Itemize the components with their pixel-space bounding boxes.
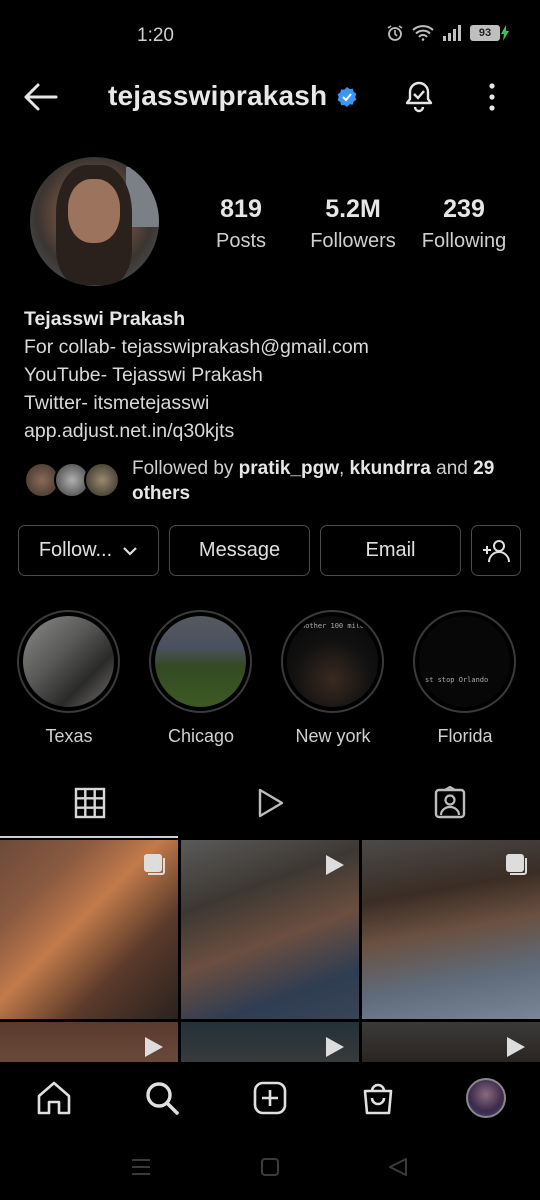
tab-reels[interactable]: [180, 770, 360, 836]
tab-tagged[interactable]: [360, 770, 540, 836]
grid-post[interactable]: [181, 840, 359, 1019]
highlight-image: [23, 616, 114, 707]
follower-name[interactable]: pratik_pgw: [239, 458, 339, 479]
highlight-ring: st stop Orlando: [413, 610, 516, 713]
menu-icon[interactable]: [131, 1158, 151, 1176]
home-icon[interactable]: [36, 1080, 72, 1116]
signal-icon: [443, 25, 461, 41]
followed-mid: and: [430, 458, 474, 479]
reel-icon: [326, 1037, 344, 1057]
bell-icon[interactable]: [402, 79, 436, 113]
follower-name[interactable]: kkundrra: [350, 458, 431, 479]
shop-icon[interactable]: [360, 1080, 396, 1116]
highlight-label: Florida: [437, 726, 493, 746]
highlight-texas[interactable]: Texas: [17, 610, 121, 747]
highlight-image: [155, 616, 246, 707]
verified-badge-icon: [337, 87, 357, 107]
email-button[interactable]: Email: [320, 525, 461, 576]
highlight-label: Chicago: [167, 726, 235, 746]
profile-name: Tejasswi Prakash: [24, 308, 186, 330]
more-icon[interactable]: [480, 82, 504, 112]
highlight-new-york[interactable]: nother 100 mile New york: [281, 610, 385, 747]
following-label: Following: [421, 230, 507, 252]
followed-prefix: Followed by: [132, 458, 239, 479]
status-time: 1:20: [137, 25, 174, 46]
wifi-icon: [412, 25, 434, 41]
avatar-face: [68, 179, 120, 243]
followers-label: Followers: [310, 230, 396, 252]
followers-stat[interactable]: 5.2M Followers: [298, 195, 408, 253]
profile-header: tejasswiprakash: [0, 70, 540, 126]
bio-link[interactable]: app.adjust.net.in/q30kjts: [24, 417, 369, 445]
followers-count: 5.2M: [325, 195, 381, 223]
reel-icon: [145, 1037, 163, 1057]
system-navigation: [0, 1136, 540, 1200]
followed-sep: ,: [338, 458, 350, 479]
grid-post[interactable]: [0, 840, 178, 1019]
page-title: tejasswiprakash: [108, 80, 328, 111]
follow-button[interactable]: Follow...: [18, 525, 159, 576]
status-bar: 1:20 93: [0, 0, 540, 70]
add-person-icon: [483, 539, 510, 562]
posts-stat[interactable]: 819 Posts: [186, 195, 296, 253]
profile-avatar-tab[interactable]: [466, 1078, 506, 1118]
tagged-icon: [434, 786, 466, 819]
email-label: Email: [365, 539, 416, 561]
grid-post[interactable]: [181, 1022, 359, 1064]
highlight-label: New york: [295, 726, 371, 746]
bio-line: For collab- tejasswiprakash@gmail.com: [24, 336, 369, 358]
highlight-overlay: nother 100 mile: [301, 622, 365, 630]
highlight-label: Texas: [45, 726, 93, 746]
tab-posts[interactable]: [0, 770, 180, 836]
following-stat[interactable]: 239 Following: [409, 195, 519, 253]
posts-label: Posts: [215, 230, 267, 252]
reel-icon: [326, 855, 344, 875]
following-count: 239: [443, 195, 485, 223]
bio-line: YouTube- Tejasswi Prakash: [24, 364, 263, 386]
chevron-down-icon: [123, 546, 137, 556]
active-tab-indicator: [0, 836, 178, 838]
reels-icon: [258, 788, 284, 818]
grid-post[interactable]: [362, 840, 540, 1019]
suggested-users-button[interactable]: [471, 525, 521, 576]
grid-icon: [74, 787, 106, 819]
create-icon[interactable]: [252, 1080, 288, 1116]
back-button-icon[interactable]: [388, 1158, 408, 1176]
battery-indicator: 93: [470, 25, 510, 41]
highlight-image: st stop Orlando: [419, 616, 510, 707]
grid-post[interactable]: [362, 1022, 540, 1064]
follow-label: Follow...: [38, 539, 113, 561]
bio-line: Twitter- itsmetejasswi: [24, 392, 210, 414]
carousel-icon: [506, 854, 527, 875]
highlight-image: nother 100 mile: [287, 616, 378, 707]
message-label: Message: [198, 539, 281, 561]
grid-post[interactable]: [0, 1022, 178, 1064]
posts-count: 819: [220, 195, 262, 223]
message-button[interactable]: Message: [169, 525, 310, 576]
highlight-overlay: st stop Orlando: [425, 676, 489, 684]
followed-by[interactable]: Followed by pratik_pgw, kkundrra and 29 o…: [24, 456, 524, 506]
battery-level: 93: [470, 25, 500, 41]
highlight-ring: [17, 610, 120, 713]
highlight-ring: [149, 610, 252, 713]
home-button-icon[interactable]: [260, 1158, 280, 1176]
profile-avatar[interactable]: [30, 157, 159, 286]
bottom-navigation: [0, 1062, 540, 1136]
carousel-icon: [144, 854, 165, 875]
highlight-ring: nother 100 mile: [281, 610, 384, 713]
search-icon[interactable]: [144, 1080, 180, 1116]
back-arrow-icon[interactable]: [22, 82, 58, 112]
profile-tabs: [0, 770, 540, 838]
reel-icon: [507, 1037, 525, 1057]
alarm-icon: [387, 25, 403, 41]
highlight-chicago[interactable]: Chicago: [149, 610, 253, 747]
status-icons: 93: [386, 24, 510, 42]
others-label: others: [132, 483, 191, 504]
charging-icon: [501, 25, 509, 41]
others-count: 29: [473, 458, 495, 479]
profile-bio: Tejasswi Prakash For collab- tejasswipra…: [24, 305, 369, 445]
highlight-florida[interactable]: st stop Orlando Florida: [413, 610, 517, 747]
followed-by-text: Followed by pratik_pgw, kkundrra and 29 o…: [132, 456, 522, 506]
follower-avatar: [84, 462, 120, 498]
